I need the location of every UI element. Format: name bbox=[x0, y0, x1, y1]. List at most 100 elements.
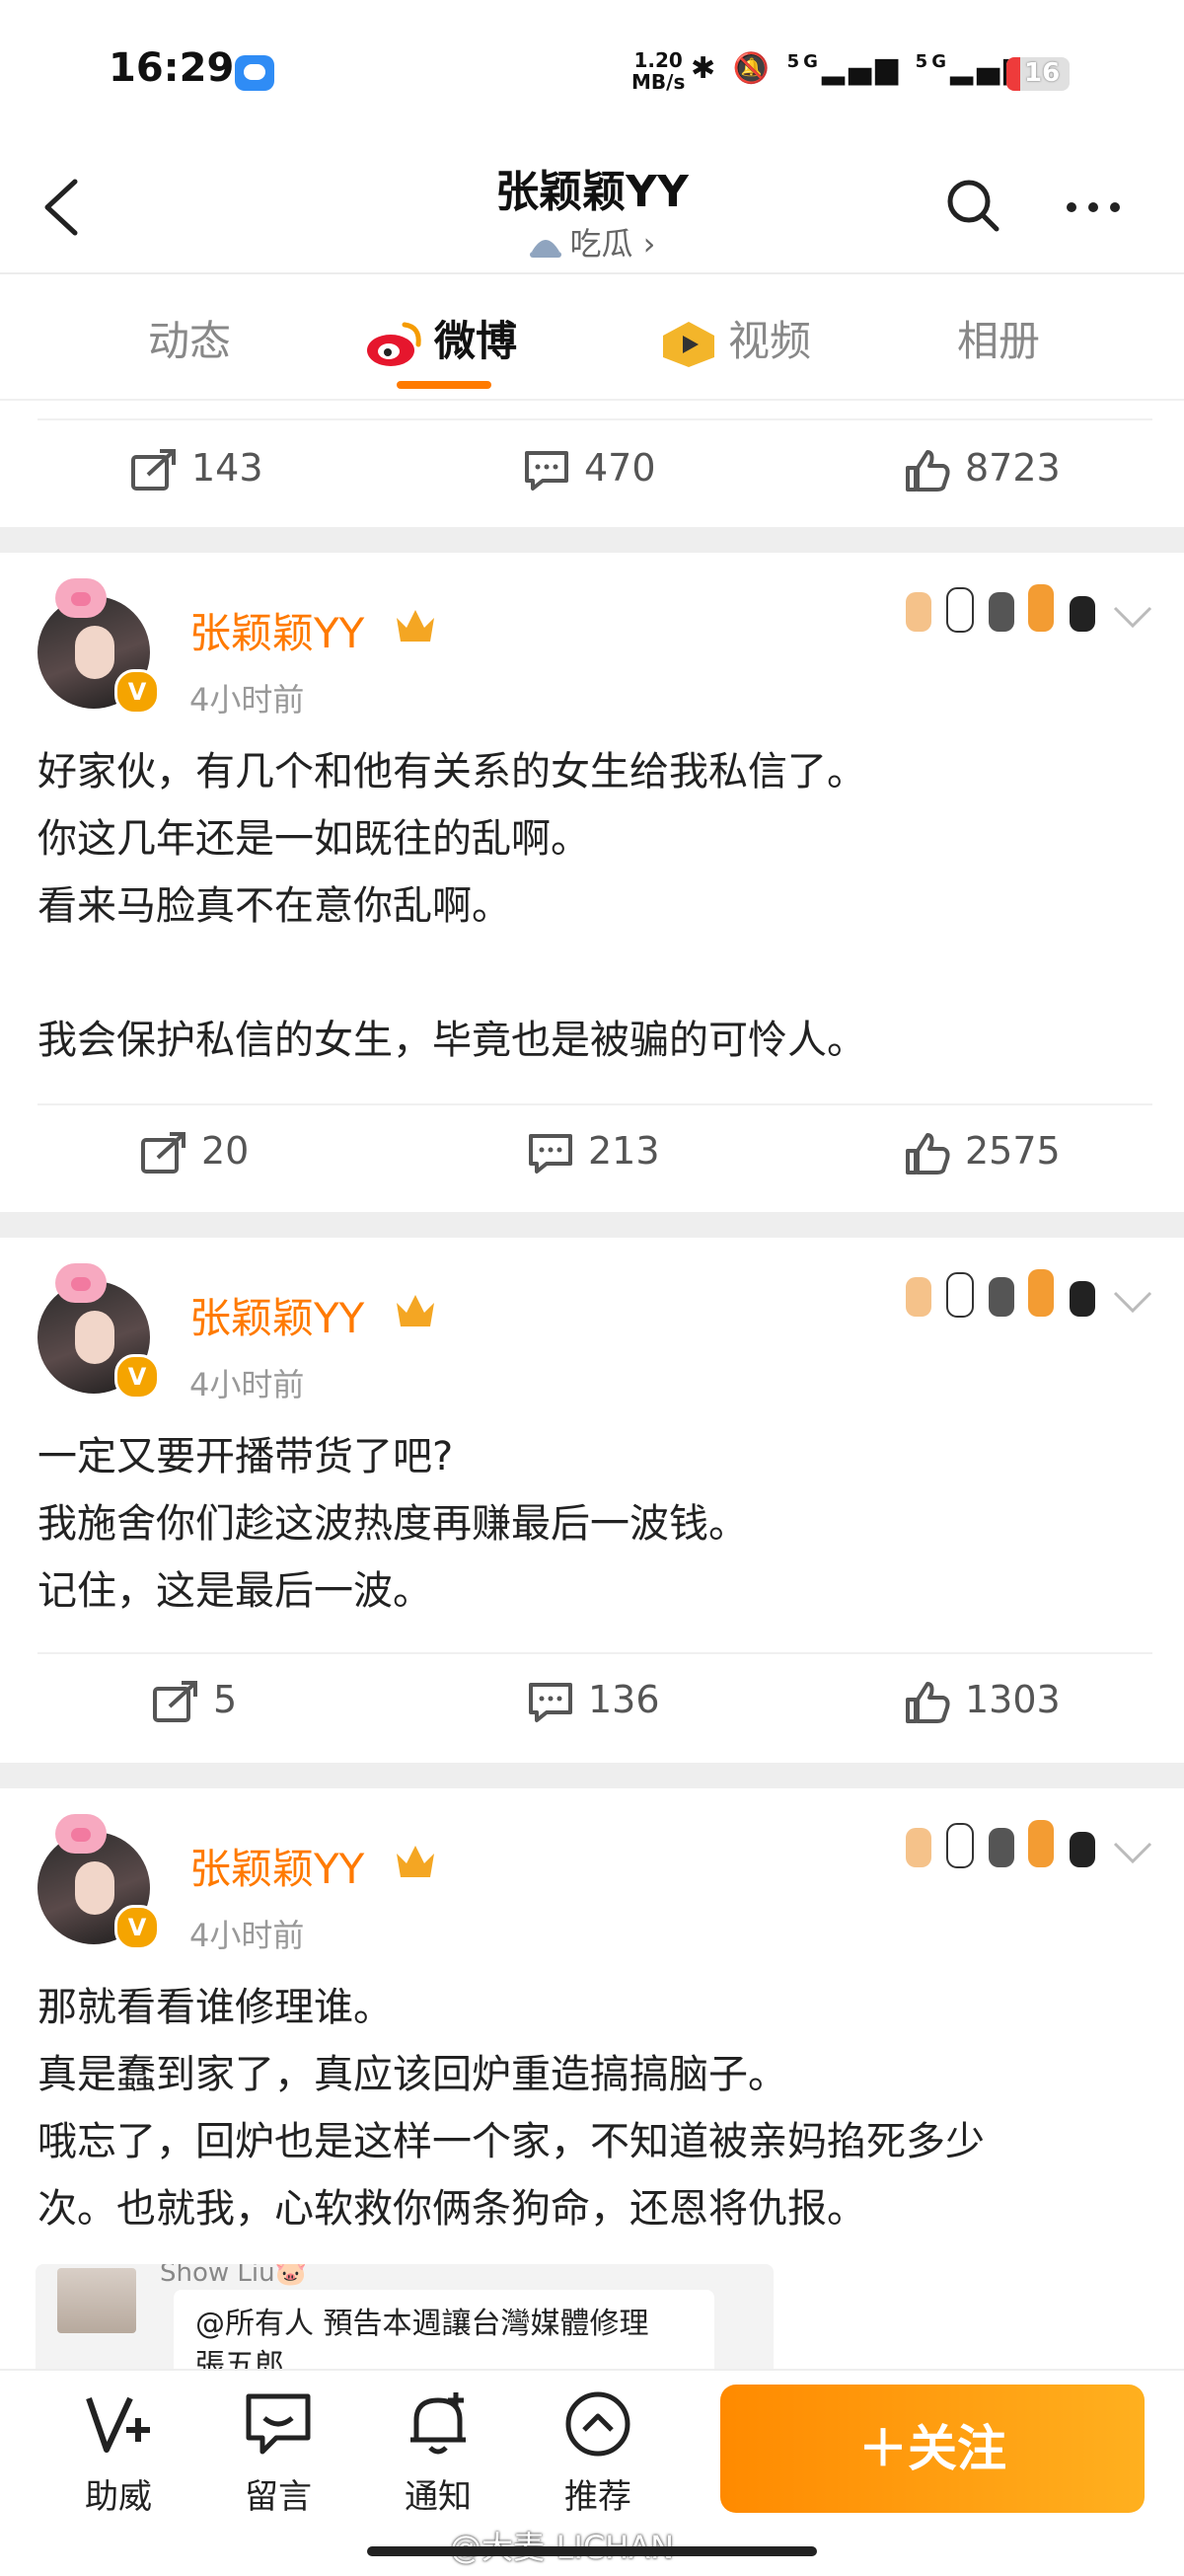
divider bbox=[37, 1103, 1152, 1105]
post-body: 好家伙，有几个和他有关系的女生给我私信了。 你这几年还是一如既往的乱啊。 看来马… bbox=[37, 738, 1152, 1074]
comment-button[interactable]: 136 bbox=[527, 1678, 660, 1724]
post-line: 记住，这是最后一波。 bbox=[37, 1568, 432, 1614]
like-button[interactable]: 2575 bbox=[904, 1129, 1061, 1176]
repost-button[interactable]: 5 bbox=[152, 1678, 237, 1724]
supertopic-link[interactable]: 吃瓜 › bbox=[0, 219, 1184, 265]
cheer-icon bbox=[86, 2396, 150, 2453]
post-body: 那就看看谁修理谁。 真是蠢到家了，真应该回炉重造搞搞脑子。 哦忘了，回炉也是这样… bbox=[37, 1974, 1152, 2242]
cat-paws-decoration bbox=[906, 1820, 1095, 1868]
quote-username: Show Liu🐷 bbox=[160, 2264, 307, 2288]
tab-video-label: 视频 bbox=[728, 317, 812, 365]
chevron-down-icon[interactable] bbox=[1111, 604, 1154, 630]
like-count: 8723 bbox=[965, 446, 1061, 490]
cat-paws-decoration bbox=[906, 584, 1095, 633]
message-board-button[interactable]: 留言 bbox=[219, 2388, 337, 2518]
post-line: 你这几年还是一如既往的乱啊。 bbox=[37, 816, 590, 862]
crown-badge-icon bbox=[397, 1846, 434, 1877]
tab-video[interactable]: 视频 bbox=[659, 308, 811, 369]
repost-icon bbox=[131, 448, 176, 491]
post-line: 我会保护私信的女生，毕竟也是被骗的可怜人。 bbox=[37, 1018, 866, 1063]
repost-count: 5 bbox=[213, 1678, 238, 1721]
crown-badge-icon bbox=[397, 1295, 434, 1326]
divider bbox=[37, 1652, 1152, 1654]
comment-icon bbox=[529, 1133, 572, 1174]
search-icon[interactable] bbox=[945, 178, 1000, 233]
like-count: 1303 bbox=[965, 1678, 1061, 1721]
status-time: 16:29 bbox=[109, 45, 235, 91]
author-name[interactable]: 张颖颖YY bbox=[189, 600, 364, 660]
notify-label: 通知 bbox=[405, 2477, 472, 2517]
bell-plus-icon bbox=[410, 2392, 466, 2455]
post-separator bbox=[0, 1763, 1184, 1788]
post-time: 4小时前 bbox=[189, 681, 305, 719]
comment-count: 470 bbox=[584, 446, 656, 490]
watermark: @大麦-LICHAN bbox=[450, 2523, 674, 2568]
comment-button[interactable]: 213 bbox=[527, 1129, 660, 1175]
signal-label-2: 5G bbox=[915, 51, 950, 72]
tab-dynamic[interactable]: 动态 bbox=[148, 308, 231, 368]
post-line: 好家伙，有几个和他有关系的女生给我私信了。 bbox=[37, 749, 866, 795]
tab-weibo[interactable]: 微博 bbox=[365, 308, 517, 368]
like-icon bbox=[906, 1681, 950, 1723]
notify-button[interactable]: 通知 bbox=[379, 2388, 497, 2518]
post-body: 一定又要开播带货了吧? 我施舍你们趁这波热度再赚最后一波钱。 记住，这是最后一波… bbox=[37, 1423, 1152, 1625]
crown-badge-icon bbox=[397, 610, 434, 642]
post-line bbox=[37, 940, 1152, 1007]
network-speed: 1.20 MB/s bbox=[631, 49, 685, 93]
message-board-icon bbox=[246, 2393, 311, 2455]
cat-paws-decoration bbox=[906, 1269, 1095, 1318]
verified-badge: V bbox=[114, 669, 160, 715]
post-separator bbox=[0, 527, 1184, 553]
more-icon[interactable] bbox=[1064, 197, 1123, 217]
mute-icon: 🔕 bbox=[732, 51, 775, 86]
repost-count: 20 bbox=[201, 1129, 250, 1173]
bluetooth-icon: ✱ bbox=[691, 51, 720, 86]
message-icon bbox=[235, 55, 274, 91]
repost-count: 143 bbox=[191, 446, 263, 490]
author-name[interactable]: 张颖颖YY bbox=[189, 1836, 364, 1896]
repost-button[interactable]: 20 bbox=[140, 1129, 249, 1175]
like-icon bbox=[906, 1132, 950, 1174]
comment-button[interactable]: 470 bbox=[523, 446, 656, 492]
supertopic-label: 吃瓜 › bbox=[569, 225, 656, 263]
author-name[interactable]: 张颖颖YY bbox=[189, 1285, 364, 1345]
repost-button[interactable]: 143 bbox=[130, 446, 263, 492]
chevron-down-icon[interactable] bbox=[1111, 1289, 1154, 1315]
post-line: 哦忘了，回炉也是这样一个家，不知道被亲妈掐死多少 bbox=[37, 2119, 985, 2164]
post-card: V 张颖颖YY 4小时前 一定又要开播带货了吧? 我施舍你们趁这波热度再赚最后一… bbox=[0, 1238, 1184, 1759]
home-indicator[interactable] bbox=[367, 2546, 817, 2556]
network-speed-unit: MB/s bbox=[631, 70, 686, 94]
battery-level: 16 bbox=[1024, 58, 1061, 88]
repost-icon bbox=[153, 1680, 197, 1722]
signal-icon: ▂▄▆ bbox=[821, 51, 903, 86]
divider bbox=[37, 418, 1152, 420]
recommend-button[interactable]: 推荐 bbox=[539, 2388, 657, 2518]
post-separator bbox=[0, 1212, 1184, 1238]
follow-button[interactable]: ＋关注 bbox=[720, 2385, 1145, 2513]
pig-ears-decoration bbox=[55, 578, 107, 618]
message-board-label: 留言 bbox=[245, 2477, 312, 2517]
like-icon bbox=[906, 449, 950, 492]
post-line: 我施舍你们趁这波热度再赚最后一波钱。 bbox=[37, 1501, 748, 1547]
like-count: 2575 bbox=[965, 1129, 1061, 1173]
pig-ears-decoration bbox=[55, 1263, 107, 1303]
comment-count: 213 bbox=[588, 1129, 660, 1173]
tab-album[interactable]: 相册 bbox=[957, 308, 1040, 368]
recommend-label: 推荐 bbox=[564, 2477, 631, 2517]
weibo-icon bbox=[367, 322, 421, 366]
battery-icon: 16 bbox=[1006, 57, 1070, 91]
melon-icon bbox=[529, 240, 561, 258]
page-title: 张颖颖YY bbox=[495, 167, 689, 217]
post-line: 看来马脸真不在意你乱啊。 bbox=[37, 883, 511, 929]
cheer-label: 助威 bbox=[85, 2477, 152, 2517]
like-button[interactable]: 8723 bbox=[904, 446, 1061, 493]
chevron-down-icon[interactable] bbox=[1111, 1840, 1154, 1865]
like-button[interactable]: 1303 bbox=[904, 1678, 1061, 1725]
divider bbox=[0, 399, 1184, 401]
tab-weibo-label: 微博 bbox=[434, 317, 518, 365]
network-speed-value: 1.20 bbox=[633, 48, 683, 72]
verified-badge: V bbox=[114, 1905, 160, 1950]
post-line: 一定又要开播带货了吧? bbox=[37, 1434, 454, 1479]
post-line: 那就看看谁修理谁。 bbox=[37, 1985, 393, 2030]
cheer-button[interactable]: 助威 bbox=[59, 2388, 178, 2518]
